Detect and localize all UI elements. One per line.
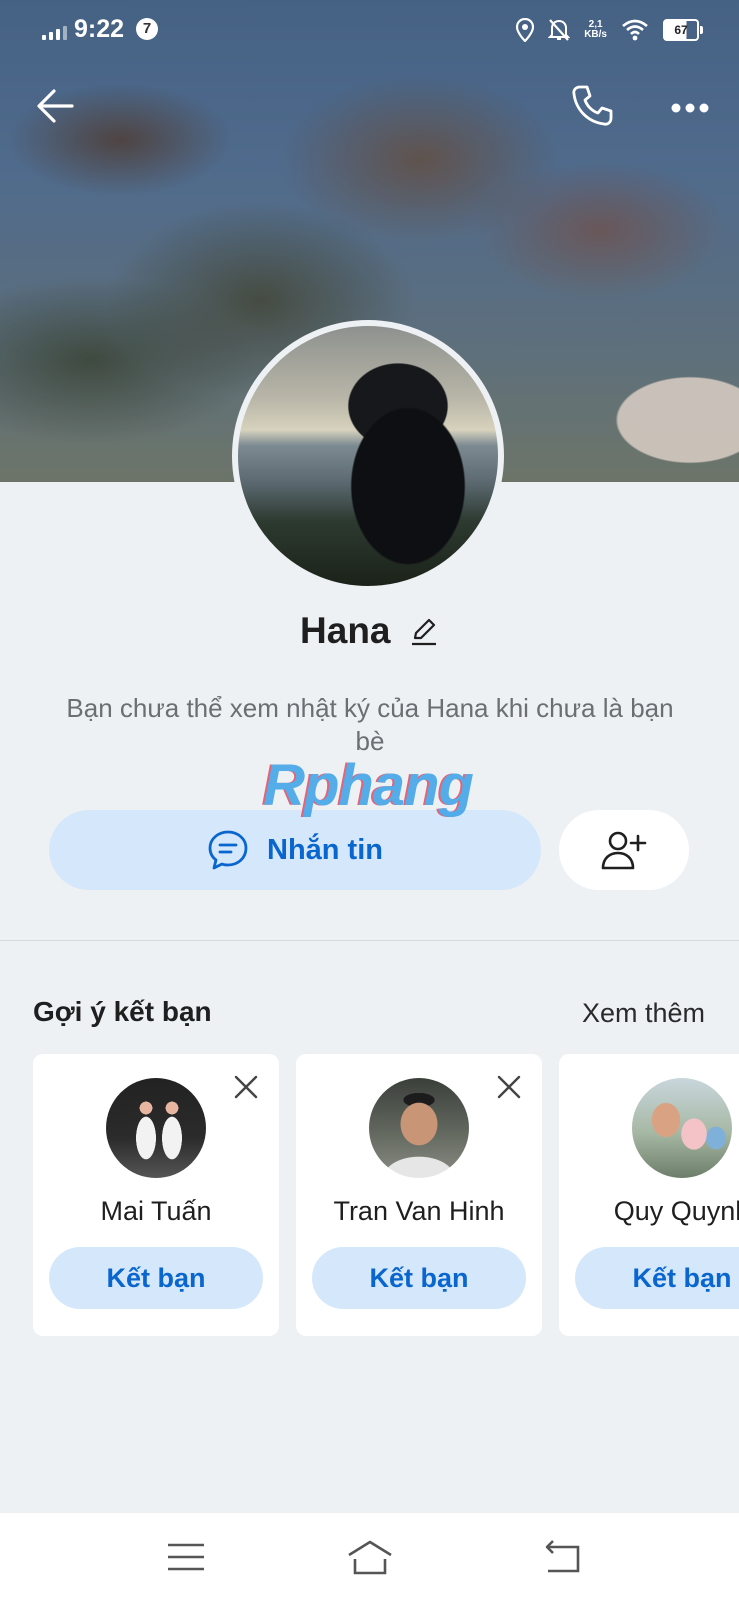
close-icon[interactable]: [233, 1074, 259, 1100]
watermark-logo: Rphang: [263, 753, 474, 818]
pencil-icon[interactable]: [409, 616, 439, 646]
mute-bell-icon: [548, 19, 571, 41]
message-button[interactable]: Nhắn tin: [49, 810, 541, 890]
signal-icon: [42, 26, 68, 40]
menu-icon[interactable]: [162, 1535, 210, 1579]
message-button-label: Nhắn tin: [267, 833, 383, 866]
add-friend-suggestion-button[interactable]: Kết bạn: [575, 1247, 739, 1309]
profile-name: Hana: [300, 610, 391, 651]
net-speed-unit: KB/s: [584, 29, 607, 40]
close-icon[interactable]: [496, 1074, 522, 1100]
chat-bubble-icon: [208, 830, 248, 870]
suggestion-avatar[interactable]: [632, 1078, 732, 1178]
wifi-icon: [622, 19, 648, 41]
add-friend-suggestion-button[interactable]: Kết bạn: [312, 1247, 526, 1309]
privacy-notice: Bạn chưa thể xem nhật ký của Hana khi ch…: [66, 693, 674, 756]
see-more-link[interactable]: Xem thêm: [582, 998, 705, 1029]
home-icon[interactable]: [346, 1535, 394, 1579]
suggestion-name: Tran Van Hinh: [333, 1196, 505, 1226]
suggestion-name: Quy Quynh: [613, 1196, 739, 1226]
add-user-icon: [601, 831, 647, 870]
suggestion-avatar[interactable]: [106, 1078, 206, 1178]
suggestion-name: Mai Tuấn: [100, 1196, 212, 1226]
status-icons: 2,1 KB/s 67: [516, 16, 703, 44]
suggestions-title: Gợi ý kết bạn: [33, 996, 212, 1027]
suggestion-cards: Mai Tuấn Kết bạn Tran Van Hinh Kết bạn Q…: [33, 1054, 739, 1336]
suggestion-card[interactable]: Mai Tuấn Kết bạn: [33, 1054, 279, 1336]
profile-avatar[interactable]: [232, 320, 504, 592]
phone-icon[interactable]: [568, 82, 616, 130]
profile-name-row: Hana: [0, 610, 739, 652]
net-speed: 2,1 KB/s: [584, 20, 607, 40]
status-time: 9:22: [74, 15, 125, 43]
location-icon: [516, 18, 535, 42]
top-nav: [0, 78, 739, 138]
section-divider: [0, 940, 739, 941]
arrow-left-icon[interactable]: [34, 84, 78, 128]
add-friend-button[interactable]: [559, 810, 689, 890]
return-icon[interactable]: [540, 1535, 588, 1579]
more-horizontal-icon[interactable]: [664, 82, 716, 130]
suggestion-card[interactable]: Tran Van Hinh Kết bạn: [296, 1054, 542, 1336]
suggestion-card[interactable]: Quy Quynh Kết bạn: [559, 1054, 739, 1336]
battery-indicator: 67: [663, 19, 703, 41]
system-nav-bar: [0, 1513, 739, 1600]
suggestion-avatar[interactable]: [369, 1078, 469, 1178]
add-friend-suggestion-button[interactable]: Kết bạn: [49, 1247, 263, 1309]
notification-count-badge: 7: [136, 18, 158, 40]
status-bar: 9:22 7 2,1 KB/s 67: [0, 0, 739, 58]
